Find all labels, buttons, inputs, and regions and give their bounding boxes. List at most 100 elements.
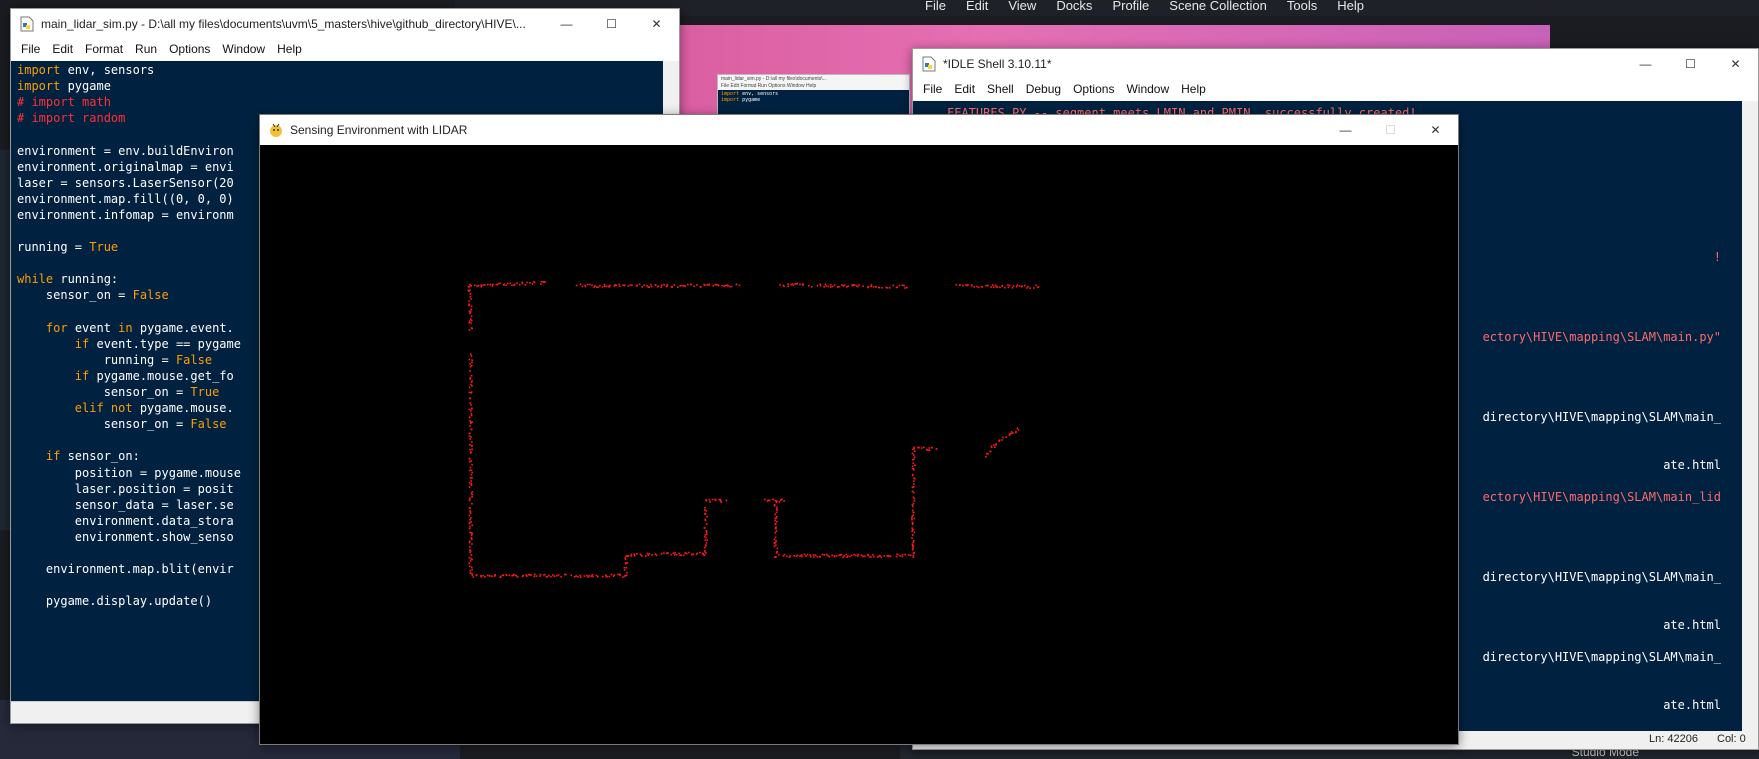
lidar-point xyxy=(470,315,473,318)
lidar-point xyxy=(624,562,627,564)
lidar-point xyxy=(469,551,471,553)
lidar-point xyxy=(540,280,543,283)
lidar-point xyxy=(638,283,641,286)
obs-menu-item[interactable]: Help xyxy=(1327,0,1374,12)
lidar-point xyxy=(624,557,626,559)
lidar-point xyxy=(469,560,472,562)
shell-menubar: File Edit Shell Debug Options Window Help xyxy=(913,79,1758,99)
menu-file[interactable]: File xyxy=(15,42,46,56)
lidar-point xyxy=(858,284,860,286)
lidar-point xyxy=(851,284,853,287)
lidar-point xyxy=(847,555,849,558)
menu-options[interactable]: Options xyxy=(163,42,216,56)
menu-edit[interactable]: Edit xyxy=(46,42,79,56)
code-line: # import math xyxy=(17,95,111,110)
lidar-point xyxy=(912,554,915,557)
lidar-point xyxy=(496,283,498,286)
obs-menu-item[interactable]: Tools xyxy=(1277,0,1327,12)
lidar-point xyxy=(682,554,685,557)
menu-window[interactable]: Window xyxy=(1120,82,1175,96)
lidar-point xyxy=(584,284,586,287)
lidar-point xyxy=(468,435,471,437)
lidar-point xyxy=(615,284,617,286)
maximize-button[interactable]: ☐ xyxy=(1668,49,1713,79)
lidar-point xyxy=(840,553,842,556)
lidar-point xyxy=(470,534,473,536)
lidar-point xyxy=(842,556,844,559)
menu-shell[interactable]: Shell xyxy=(981,82,1020,96)
lidar-point xyxy=(687,551,690,554)
minimize-button[interactable]: — xyxy=(1323,115,1368,145)
shell-vertical-scrollbar[interactable] xyxy=(1742,101,1758,731)
menu-format[interactable]: Format xyxy=(79,42,129,56)
close-button[interactable]: ✕ xyxy=(634,9,679,39)
lidar-point xyxy=(534,573,536,576)
lidar-point xyxy=(1005,436,1008,438)
lidar-point xyxy=(477,285,480,287)
pygame-window[interactable]: Sensing Environment with LIDAR — ☐ ✕ xyxy=(259,114,1459,745)
lidar-point xyxy=(557,574,560,576)
obs-menu-item[interactable]: Docks xyxy=(1046,0,1102,12)
lidar-point xyxy=(591,574,594,576)
obs-menu-item[interactable]: Edit xyxy=(956,0,998,12)
lidar-point xyxy=(491,285,494,287)
close-button[interactable]: ✕ xyxy=(1713,49,1758,79)
lidar-point xyxy=(774,517,777,520)
lidar-point xyxy=(470,482,473,485)
lidar-point xyxy=(468,546,471,548)
obs-menu-item[interactable]: View xyxy=(998,0,1046,12)
lidar-point xyxy=(468,507,471,509)
lidar-point xyxy=(959,284,961,286)
menu-help[interactable]: Help xyxy=(271,42,308,56)
lidar-point xyxy=(468,329,471,331)
lidar-point xyxy=(1011,287,1014,289)
lidar-point xyxy=(470,392,472,394)
lidar-point xyxy=(487,283,489,286)
lidar-point xyxy=(1023,284,1026,287)
lidar-point xyxy=(471,538,473,540)
lidar-point xyxy=(470,428,472,431)
lidar-point xyxy=(1037,286,1040,288)
minimize-button[interactable]: — xyxy=(1623,49,1668,79)
lidar-point xyxy=(825,285,828,287)
shell-titlebar[interactable]: *IDLE Shell 3.10.11* — ☐ ✕ xyxy=(913,49,1758,79)
lidar-point xyxy=(1027,285,1029,288)
lidar-point xyxy=(993,444,995,447)
lidar-point xyxy=(928,449,931,451)
lidar-point xyxy=(912,551,915,554)
menu-help[interactable]: Help xyxy=(1175,82,1212,96)
lidar-point xyxy=(818,555,821,558)
menu-edit[interactable]: Edit xyxy=(948,82,981,96)
lidar-point xyxy=(911,543,914,546)
lidar-point xyxy=(471,364,473,367)
menu-run[interactable]: Run xyxy=(129,42,163,56)
lidar-point xyxy=(469,444,471,446)
lidar-point xyxy=(709,501,711,503)
lidar-point xyxy=(471,493,473,496)
lidar-point xyxy=(875,286,877,288)
lidar-point xyxy=(812,554,815,556)
lidar-point xyxy=(913,458,915,461)
obs-menu-item[interactable]: File xyxy=(915,0,956,12)
lidar-point xyxy=(931,446,933,449)
editor-titlebar[interactable]: main_lidar_sim.py - D:\all my files\docu… xyxy=(11,9,679,39)
menu-file[interactable]: File xyxy=(917,82,948,96)
obs-menu-item[interactable]: Profile xyxy=(1102,0,1159,12)
lidar-point xyxy=(1016,427,1019,429)
close-button[interactable]: ✕ xyxy=(1413,115,1458,145)
maximize-button[interactable]: ☐ xyxy=(589,9,634,39)
lidar-point xyxy=(484,576,486,578)
menu-options[interactable]: Options xyxy=(1067,82,1120,96)
lidar-point xyxy=(610,573,613,576)
menu-debug[interactable]: Debug xyxy=(1020,82,1067,96)
lidar-point xyxy=(912,541,914,544)
menu-window[interactable]: Window xyxy=(216,42,271,56)
pygame-titlebar[interactable]: Sensing Environment with LIDAR — ☐ ✕ xyxy=(260,115,1458,145)
obs-menu-item[interactable]: Scene Collection xyxy=(1159,0,1277,12)
lidar-canvas[interactable] xyxy=(260,145,1458,744)
shell-line: ectory\HIVE\mapping\SLAM\main_lid xyxy=(1482,490,1721,504)
minimize-button[interactable]: — xyxy=(544,9,589,39)
lidar-point xyxy=(912,556,915,558)
lidar-point xyxy=(703,554,706,556)
lidar-point xyxy=(828,555,831,558)
